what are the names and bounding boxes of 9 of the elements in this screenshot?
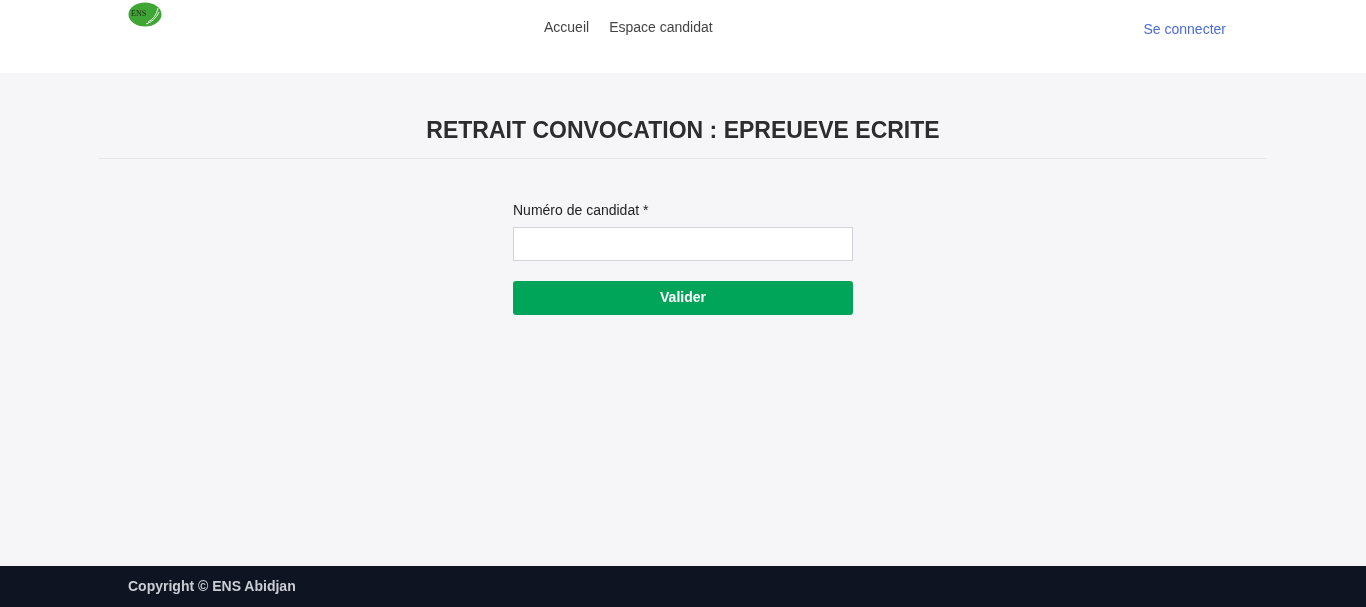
login-link[interactable]: Se connecter	[1143, 19, 1226, 40]
school-logo[interactable]: ENS	[128, 2, 162, 27]
nav-link[interactable]: Accueil	[544, 17, 590, 38]
nav-link[interactable]: Espace candidat	[609, 17, 713, 38]
page-title: RETRAIT CONVOCATION : EPREUEVE ECRITE	[426, 116, 940, 145]
field-label: Numéro de candidat *	[513, 200, 650, 220]
copyright-text: Copyright © ENS Abidjan	[128, 577, 296, 596]
candidate-number-field[interactable]	[513, 226, 853, 261]
submit-button[interactable]: Valider	[513, 280, 853, 315]
